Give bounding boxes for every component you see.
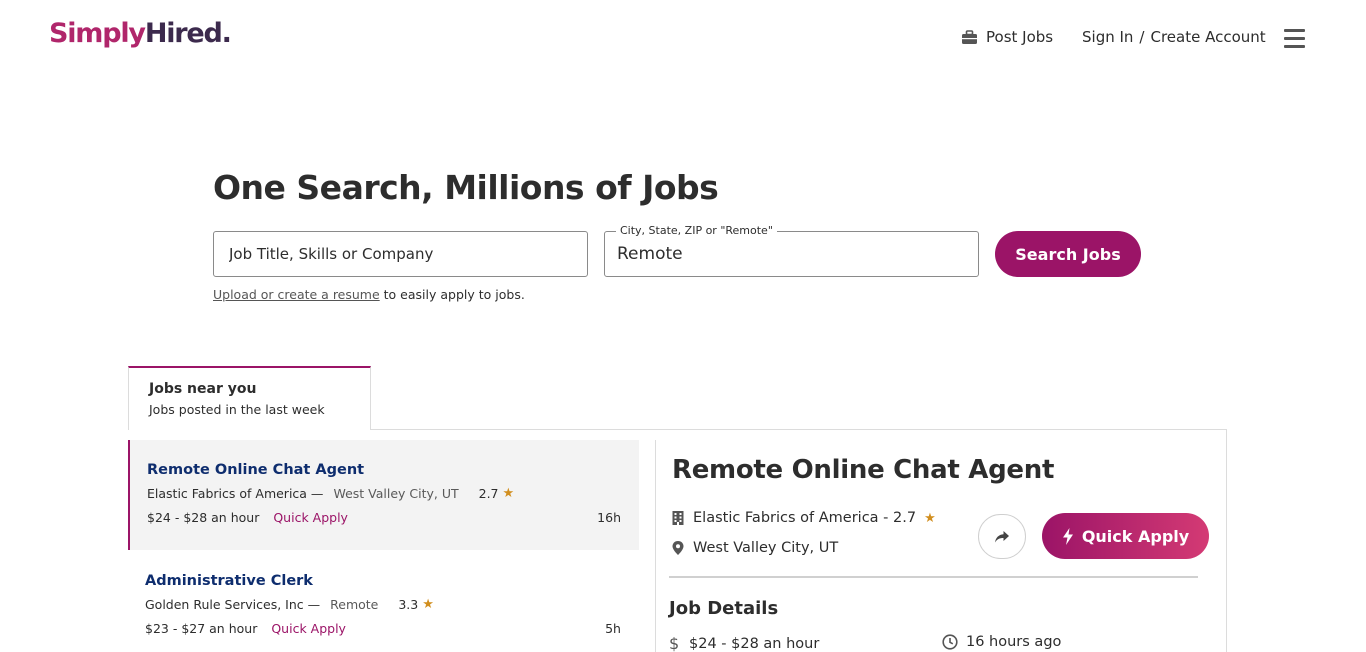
logo-part-simply: Simply [49, 18, 146, 49]
job-card[interactable]: Administrative Clerk Golden Rule Service… [128, 551, 639, 652]
detail-company-name[interactable]: Elastic Fabrics of America - 2.7 [693, 510, 916, 526]
lightning-bolt-icon [1062, 527, 1073, 545]
tab-jobs-near-you[interactable]: Jobs near you Jobs posted in the last we… [128, 366, 371, 430]
rating-value: 3.3 [398, 597, 419, 612]
detail-posted-text: 16 hours ago [966, 634, 1062, 650]
upload-resume-link[interactable]: Upload or create a resume [213, 287, 380, 302]
page-title: One Search, Millions of Jobs [213, 168, 719, 207]
logo-part-hired: Hired. [144, 18, 232, 49]
detail-job-title: Remote Online Chat Agent [672, 455, 1055, 485]
site-header: SimplyHired. Post Jobs Sign In / Create … [0, 0, 1366, 76]
rating-value: 2.7 [478, 486, 499, 501]
job-company: Elastic Fabrics of America — [147, 486, 324, 501]
location-input[interactable] [605, 232, 978, 276]
job-rating: 3.3 ★ [398, 597, 434, 612]
job-meta: Golden Rule Services, Inc — Remote 3.3 ★ [145, 597, 622, 612]
star-icon: ★ [924, 510, 936, 526]
account-links: Sign In / Create Account [1082, 28, 1266, 46]
job-pay-row: $23 - $27 an hour Quick Apply 5h [145, 621, 622, 636]
quick-apply-tag: Quick Apply [271, 621, 346, 636]
job-title[interactable]: Administrative Clerk [145, 573, 622, 589]
account-separator: / [1139, 28, 1145, 46]
job-company: Golden Rule Services, Inc — [145, 597, 321, 612]
sign-in-link[interactable]: Sign In [1082, 28, 1133, 46]
job-title[interactable]: Remote Online Chat Agent [147, 462, 622, 478]
job-title-field [213, 231, 588, 277]
post-jobs-label: Post Jobs [986, 28, 1054, 46]
job-age: 16h [597, 510, 621, 525]
job-card[interactable]: Remote Online Chat Agent Elastic Fabrics… [128, 440, 639, 550]
detail-location-text: West Valley City, UT [693, 540, 839, 556]
search-jobs-button[interactable]: Search Jobs [995, 231, 1141, 277]
resume-prompt: Upload or create a resume to easily appl… [213, 287, 525, 302]
pane-divider [655, 440, 656, 652]
quick-apply-button[interactable]: Quick Apply [1042, 513, 1209, 559]
hamburger-menu-icon[interactable] [1284, 29, 1305, 48]
job-meta: Elastic Fabrics of America — West Valley… [147, 486, 622, 501]
create-account-link[interactable]: Create Account [1150, 28, 1265, 46]
job-pay-row: $24 - $28 an hour Quick Apply 16h [147, 510, 622, 525]
location-pin-icon [672, 541, 684, 555]
detail-location: West Valley City, UT [671, 540, 838, 556]
job-pay: $23 - $27 an hour [145, 621, 258, 636]
detail-divider [669, 576, 1198, 578]
share-button[interactable] [978, 514, 1026, 559]
star-icon: ★ [422, 597, 434, 612]
detail-posted: 16 hours ago [942, 634, 1061, 650]
job-age: 5h [605, 621, 621, 636]
location-field: City, State, ZIP or "Remote" [604, 224, 979, 277]
quick-apply-label: Quick Apply [1081, 526, 1190, 546]
star-icon: ★ [502, 486, 515, 501]
quick-apply-tag: Quick Apply [273, 510, 348, 525]
job-location: West Valley City, UT [333, 486, 459, 501]
tab-subtitle: Jobs posted in the last week [149, 402, 325, 417]
share-icon [995, 530, 1009, 542]
job-details-heading: Job Details [669, 598, 779, 619]
job-rating: 2.7 ★ [479, 486, 515, 501]
briefcase-icon [962, 29, 977, 44]
dollar-icon: $ [669, 634, 680, 652]
tab-title: Jobs near you [149, 381, 257, 397]
detail-pay: $ $24 - $28 an hour [669, 634, 819, 652]
job-pay: $24 - $28 an hour [147, 510, 260, 525]
clock-icon [942, 634, 958, 650]
building-icon [672, 511, 684, 525]
location-field-label: City, State, ZIP or "Remote" [616, 224, 777, 237]
detail-pay-text: $24 - $28 an hour [689, 635, 820, 652]
job-title-input[interactable] [214, 232, 587, 276]
detail-company: Elastic Fabrics of America - 2.7 ★ [671, 510, 936, 526]
resume-prompt-text: to easily apply to jobs. [379, 287, 525, 302]
job-location: Remote [330, 597, 379, 612]
post-jobs-link[interactable]: Post Jobs [961, 28, 1053, 46]
simplyhired-logo[interactable]: SimplyHired. [49, 18, 232, 49]
